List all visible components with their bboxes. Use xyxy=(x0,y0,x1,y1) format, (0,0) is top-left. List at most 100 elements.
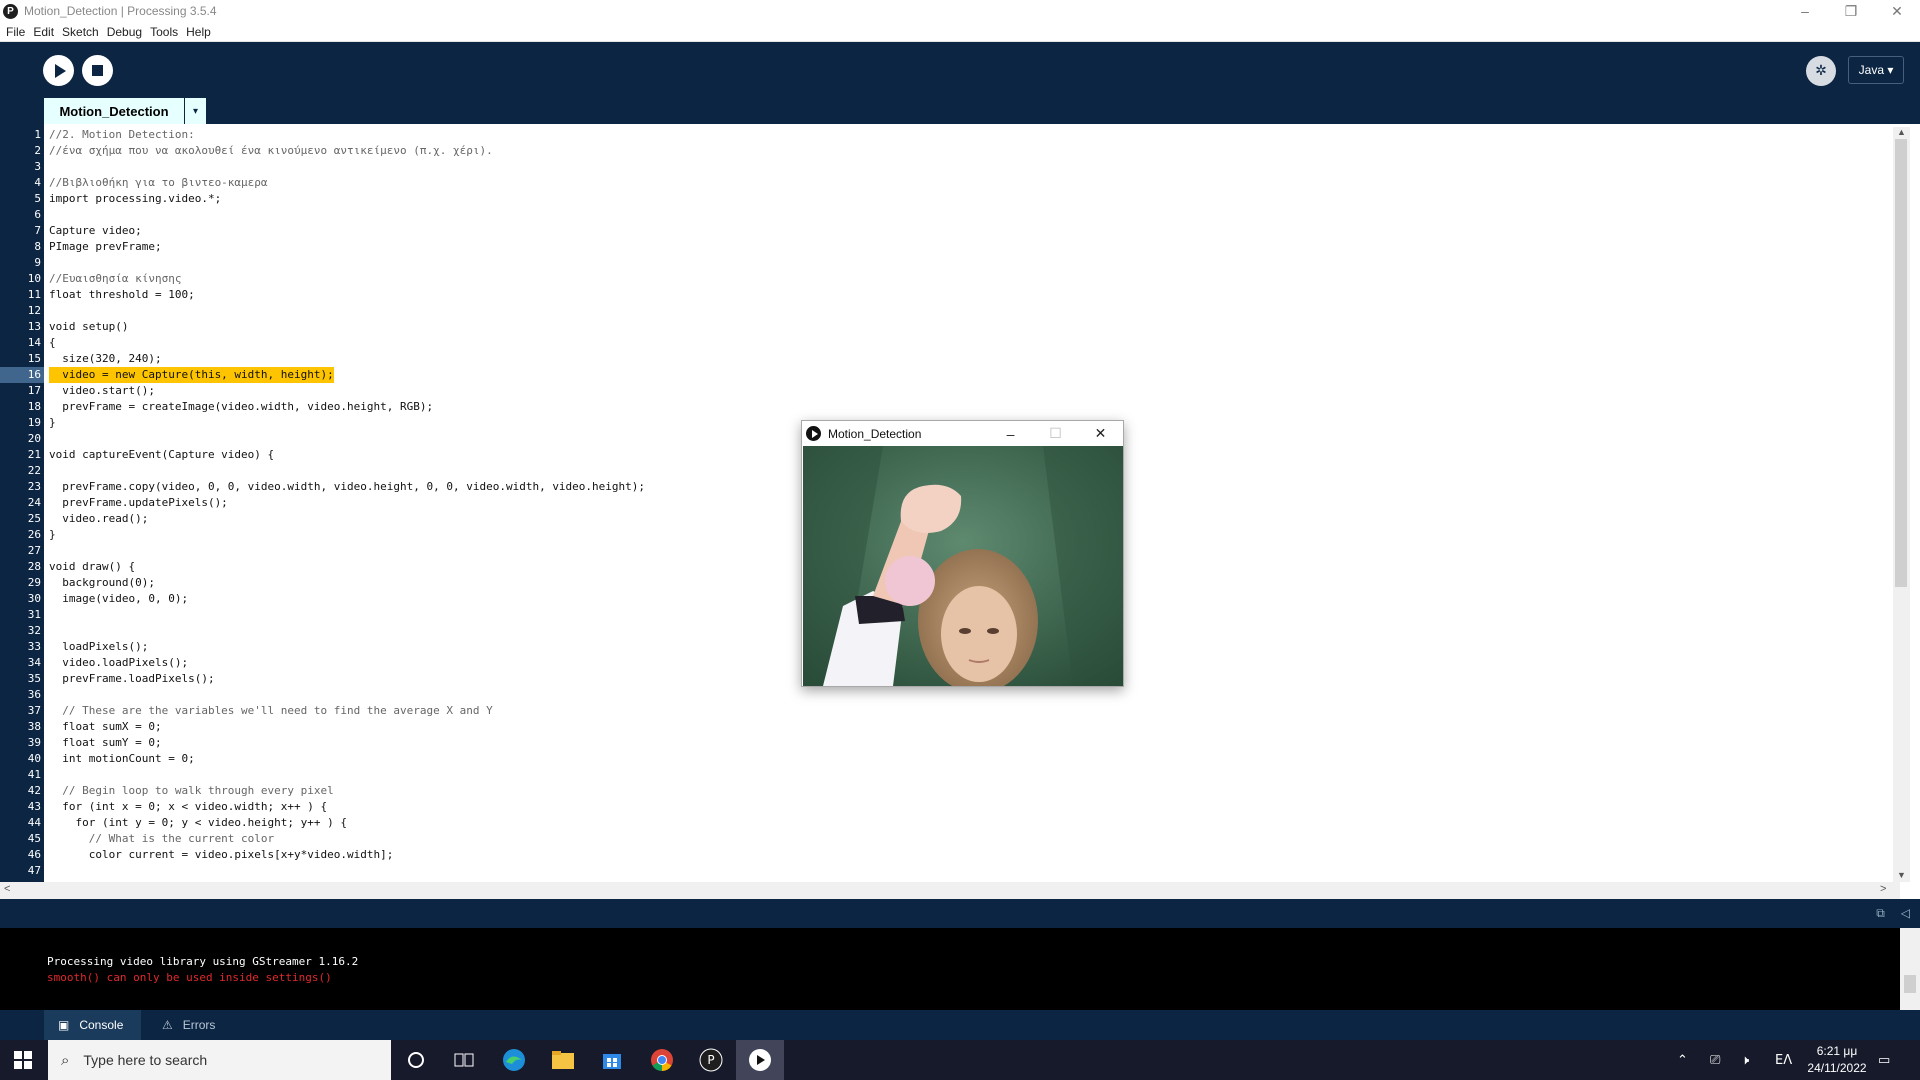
store-icon[interactable] xyxy=(588,1040,636,1080)
line-number[interactable]: 22 xyxy=(1,463,41,479)
line-number[interactable]: 11 xyxy=(1,287,41,303)
line-number[interactable]: 12 xyxy=(1,303,41,319)
taskbar-search[interactable]: ⌕ Type here to search xyxy=(48,1040,391,1080)
menu-sketch[interactable]: Sketch xyxy=(62,25,99,39)
menu-file[interactable]: File xyxy=(6,25,25,39)
line-number[interactable]: 27 xyxy=(1,543,41,559)
line-number[interactable]: 14 xyxy=(1,335,41,351)
editor-vertical-scrollbar[interactable]: ▲ ▼ xyxy=(1893,127,1910,882)
processing-icon[interactable]: P xyxy=(687,1040,735,1080)
code-line[interactable]: prevFrame.loadPixels(); xyxy=(49,671,214,687)
debugger-button[interactable]: ✲ xyxy=(1806,56,1836,86)
restore-button[interactable]: ❐ xyxy=(1828,0,1874,22)
menu-tools[interactable]: Tools xyxy=(150,25,178,39)
sketch-run-icon[interactable] xyxy=(736,1040,784,1080)
start-button[interactable] xyxy=(0,1040,46,1080)
line-number[interactable]: 3 xyxy=(1,159,41,175)
code-line[interactable]: float sumX = 0; xyxy=(49,719,161,735)
line-number[interactable]: 31 xyxy=(1,607,41,623)
menu-debug[interactable]: Debug xyxy=(107,25,142,39)
line-number[interactable]: 16 xyxy=(1,367,41,383)
line-number[interactable]: 7 xyxy=(1,223,41,239)
line-number[interactable]: 18 xyxy=(1,399,41,415)
scroll-thumb[interactable] xyxy=(1895,139,1907,587)
line-number[interactable]: 8 xyxy=(1,239,41,255)
line-number[interactable]: 44 xyxy=(1,815,41,831)
code-line[interactable]: video.read(); xyxy=(49,511,148,527)
line-number[interactable]: 24 xyxy=(1,495,41,511)
code-line[interactable]: } xyxy=(49,415,56,431)
line-number[interactable]: 46 xyxy=(1,847,41,863)
mode-selector[interactable]: Java ▾ xyxy=(1848,56,1904,84)
line-number[interactable]: 28 xyxy=(1,559,41,575)
line-number[interactable]: 6 xyxy=(1,207,41,223)
code-line[interactable]: //2. Motion Detection: xyxy=(49,127,195,143)
code-line[interactable]: video.start(); xyxy=(49,383,155,399)
code-line[interactable]: Capture video; xyxy=(49,223,142,239)
run-button[interactable] xyxy=(43,55,74,86)
code-line[interactable]: // Begin loop to walk through every pixe… xyxy=(49,783,334,799)
code-line[interactable]: int motionCount = 0; xyxy=(49,751,194,767)
code-line[interactable]: color current = video.pixels[x+y*video.w… xyxy=(49,847,394,863)
line-number[interactable]: 15 xyxy=(1,351,41,367)
line-number[interactable]: 33 xyxy=(1,639,41,655)
line-number[interactable]: 19 xyxy=(1,415,41,431)
line-number[interactable]: 4 xyxy=(1,175,41,191)
code-line[interactable]: image(video, 0, 0); xyxy=(49,591,188,607)
code-line[interactable]: { xyxy=(49,335,56,351)
sketch-window[interactable]: Motion_Detection – ☐ ✕ xyxy=(801,420,1124,687)
code-line[interactable]: float threshold = 100; xyxy=(49,287,195,303)
editor-horizontal-scrollbar[interactable]: < > xyxy=(0,882,1900,899)
menu-edit[interactable]: Edit xyxy=(33,25,54,39)
line-number[interactable]: 47 xyxy=(1,863,41,879)
line-number[interactable]: 17 xyxy=(1,383,41,399)
errors-tab[interactable]: ⚠ Errors xyxy=(150,1010,230,1040)
notifications-icon[interactable]: ▭ xyxy=(1878,1040,1890,1080)
code-line[interactable]: float sumY = 0; xyxy=(49,735,161,751)
line-number[interactable]: 21 xyxy=(1,447,41,463)
line-number[interactable]: 41 xyxy=(1,767,41,783)
line-number[interactable]: 39 xyxy=(1,735,41,751)
tab-motion-detection[interactable]: Motion_Detection xyxy=(44,98,184,124)
console-scroll-thumb[interactable] xyxy=(1904,975,1916,993)
language-indicator[interactable]: ΕΛ xyxy=(1775,1040,1792,1080)
line-number[interactable]: 36 xyxy=(1,687,41,703)
close-button[interactable]: ✕ xyxy=(1874,0,1920,22)
cortana-icon[interactable] xyxy=(392,1040,440,1080)
code-line[interactable]: // These are the variables we'll need to… xyxy=(49,703,492,719)
code-line[interactable]: video.loadPixels(); xyxy=(49,655,188,671)
line-number[interactable]: 20 xyxy=(1,431,41,447)
line-number[interactable]: 5 xyxy=(1,191,41,207)
line-number[interactable]: 30 xyxy=(1,591,41,607)
code-line[interactable]: prevFrame.updatePixels(); xyxy=(49,495,228,511)
code-line[interactable]: for (int y = 0; y < video.height; y++ ) … xyxy=(49,815,347,831)
console-scrollbar[interactable] xyxy=(1900,928,1920,1010)
volume-icon[interactable]: 🕨 xyxy=(1741,1040,1749,1080)
console-divider[interactable]: ⧉ ◁ xyxy=(0,899,1920,928)
tray-chevron-icon[interactable]: ⌃ xyxy=(1677,1040,1688,1080)
console-tab[interactable]: ▣ Console xyxy=(44,1010,141,1040)
line-number[interactable]: 43 xyxy=(1,799,41,815)
code-line[interactable]: //Βιβλιοθήκη για το βιντεο-καμερα xyxy=(49,175,268,191)
line-number[interactable]: 2 xyxy=(1,143,41,159)
code-line[interactable]: size(320, 240); xyxy=(49,351,161,367)
code-line[interactable]: void draw() { xyxy=(49,559,135,575)
line-number[interactable]: 38 xyxy=(1,719,41,735)
code-line[interactable]: background(0); xyxy=(49,575,155,591)
code-line[interactable]: void setup() xyxy=(49,319,128,335)
line-number[interactable]: 29 xyxy=(1,575,41,591)
line-number[interactable]: 37 xyxy=(1,703,41,719)
line-number[interactable]: 42 xyxy=(1,783,41,799)
scroll-up-icon[interactable]: ▲ xyxy=(1893,127,1910,139)
code-line[interactable]: void captureEvent(Capture video) { xyxy=(49,447,274,463)
edge-icon[interactable] xyxy=(490,1040,538,1080)
line-number[interactable]: 26 xyxy=(1,527,41,543)
sketch-window-titlebar[interactable]: Motion_Detection – ☐ ✕ xyxy=(802,421,1123,446)
scroll-left-icon[interactable]: < xyxy=(4,883,10,895)
tab-menu-button[interactable]: ▾ xyxy=(185,98,206,124)
stop-button[interactable] xyxy=(82,55,113,86)
clock[interactable]: 6:21 μμ 24/11/2022 xyxy=(1797,1043,1877,1077)
line-number[interactable]: 45 xyxy=(1,831,41,847)
code-line[interactable]: prevFrame.copy(video, 0, 0, video.width,… xyxy=(49,479,645,495)
collapse-console-icon[interactable]: ◁ xyxy=(1901,906,1910,921)
